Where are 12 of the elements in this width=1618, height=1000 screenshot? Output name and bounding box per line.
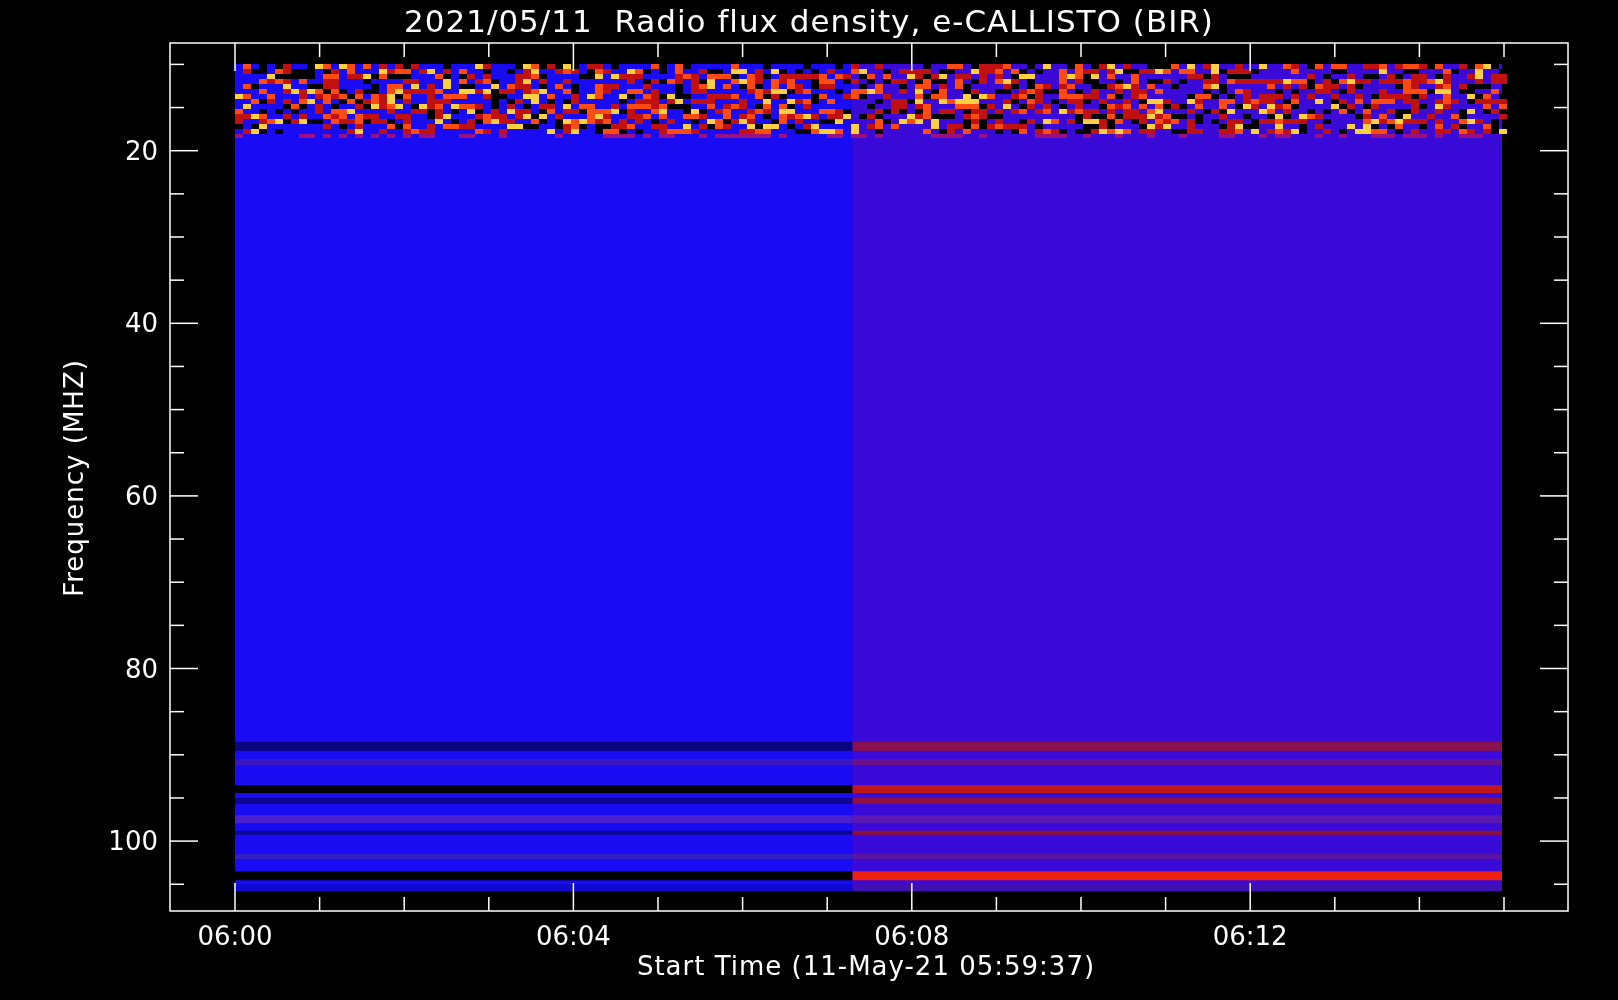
x-tick-label: 06:04 xyxy=(535,921,611,951)
y-tick-label: 40 xyxy=(124,308,158,339)
x-axis-label: Start Time (11-May-21 05:59:37) xyxy=(636,951,1096,981)
x-tick-label: 06:00 xyxy=(197,921,273,951)
x-tick-label: 06:12 xyxy=(1212,921,1288,951)
y-axis-label: Frequency (MHZ) xyxy=(59,359,89,597)
x-tick-label: 06:08 xyxy=(874,921,950,951)
y-tick-label: 60 xyxy=(124,480,158,511)
chart-title: 2021/05/11 Radio flux density, e-CALLISTO (BIR) xyxy=(404,3,1214,39)
y-tick-label: 80 xyxy=(124,653,158,684)
y-tick-label: 100 xyxy=(108,826,158,857)
y-tick-label: 20 xyxy=(124,135,158,166)
